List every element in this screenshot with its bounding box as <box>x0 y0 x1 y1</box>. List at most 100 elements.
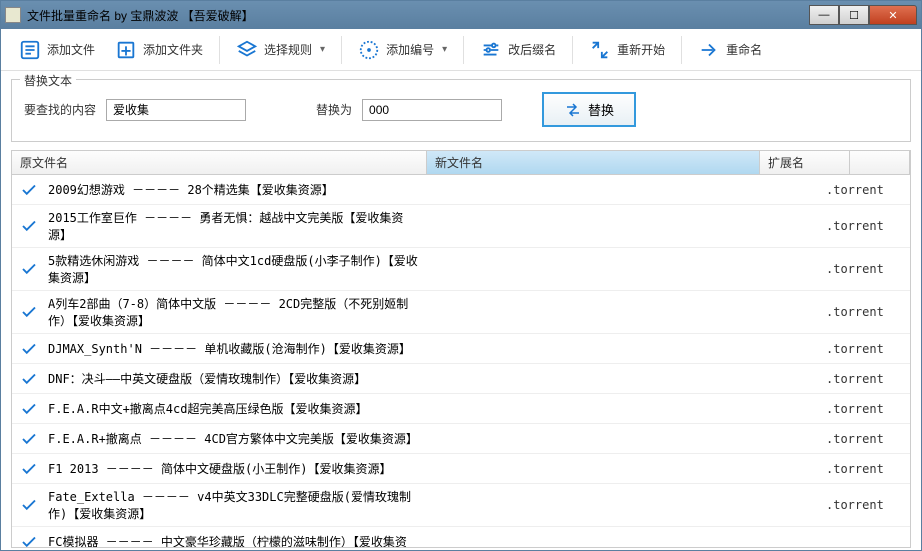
replace-label: 替换为 <box>316 101 352 118</box>
cell-ext: .torrent <box>820 428 910 450</box>
table-row[interactable]: F1 2013 －－－－ 简体中文硬盘版(小王制作)【爱收集资源】 .torre… <box>12 454 910 484</box>
cell-newname <box>427 375 820 383</box>
search-label: 要查找的内容 <box>24 101 96 118</box>
replace-button[interactable]: 替换 <box>542 92 636 127</box>
cell-newname <box>427 501 820 509</box>
table-row[interactable]: 2009幻想游戏 －－－－ 28个精选集【爱收集资源】 .torrent <box>12 175 910 205</box>
col-spacer <box>850 151 910 174</box>
separator <box>341 36 342 64</box>
rename-icon <box>698 39 720 61</box>
app-window: 文件批量重命名 by 宝鼎波波 【吾爱破解】 — ☐ ✕ 添加文件 添加文件夹 … <box>0 0 922 551</box>
maximize-button[interactable]: ☐ <box>839 5 869 25</box>
checkmark-icon <box>12 181 42 199</box>
replace-groupbox: 替换文本 要查找的内容 替换为 替换 <box>11 79 911 142</box>
chevron-down-icon: ▾ <box>320 44 325 55</box>
add-folder-icon <box>115 39 137 61</box>
table-header: 原文件名 新文件名 扩展名 <box>12 151 910 175</box>
restart-label: 重新开始 <box>617 41 665 58</box>
add-file-button[interactable]: 添加文件 <box>11 35 103 65</box>
cell-original: DNF：决斗――中英文硬盘版（爱情玫瑰制作）【爱收集资源】 <box>42 366 427 391</box>
cell-newname <box>427 345 820 353</box>
cell-newname <box>427 465 820 473</box>
toolbar: 添加文件 添加文件夹 选择规则 ▾ 添加编号 ▾ 改后缀名 重新开始 <box>1 29 921 71</box>
restart-icon <box>589 39 611 61</box>
col-original[interactable]: 原文件名 <box>12 151 427 174</box>
cell-original: 2009幻想游戏 －－－－ 28个精选集【爱收集资源】 <box>42 177 427 202</box>
col-ext[interactable]: 扩展名 <box>760 151 850 174</box>
replace-input[interactable] <box>362 99 502 121</box>
add-folder-button[interactable]: 添加文件夹 <box>107 35 211 65</box>
titlebar[interactable]: 文件批量重命名 by 宝鼎波波 【吾爱破解】 — ☐ ✕ <box>1 1 921 29</box>
checkmark-icon <box>12 400 42 418</box>
cell-original: F.E.A.R中文+撤离点4cd超完美高压绿色版【爱收集资源】 <box>42 396 427 421</box>
search-input[interactable] <box>106 99 246 121</box>
cell-ext: .torrent <box>820 398 910 420</box>
table-body[interactable]: 2009幻想游戏 －－－－ 28个精选集【爱收集资源】 .torrent 201… <box>12 175 910 547</box>
checkmark-icon <box>12 370 42 388</box>
separator <box>463 36 464 64</box>
replace-button-label: 替换 <box>588 100 614 119</box>
content-area: 替换文本 要查找的内容 替换为 替换 原文件名 新文件名 扩展名 <box>1 71 921 550</box>
select-rule-button[interactable]: 选择规则 ▾ <box>228 35 333 65</box>
rename-label: 重命名 <box>726 41 762 58</box>
table-row[interactable]: F.E.A.R+撤离点 －－－－ 4CD官方繁体中文完美版【爱收集资源】 .to… <box>12 424 910 454</box>
separator <box>681 36 682 64</box>
cell-original: DJMAX_Synth'N －－－－ 单机收藏版(沧海制作)【爱收集资源】 <box>42 336 427 361</box>
checkmark-icon <box>12 217 42 235</box>
table-row[interactable]: DJMAX_Synth'N －－－－ 单机收藏版(沧海制作)【爱收集资源】 .t… <box>12 334 910 364</box>
change-ext-button[interactable]: 改后缀名 <box>472 35 564 65</box>
table-row[interactable]: F.E.A.R中文+撤离点4cd超完美高压绿色版【爱收集资源】 .torrent <box>12 394 910 424</box>
checkmark-icon <box>12 303 42 321</box>
chevron-down-icon: ▾ <box>442 44 447 55</box>
cell-original: A列车2部曲（7-8）简体中文版 －－－－ 2CD完整版（不死别姬制作）【爱收集… <box>42 291 427 333</box>
cell-original: F.E.A.R+撤离点 －－－－ 4CD官方繁体中文完美版【爱收集资源】 <box>42 426 427 451</box>
checkmark-icon <box>12 533 42 548</box>
cell-newname <box>427 308 820 316</box>
checkmark-icon <box>12 260 42 278</box>
replace-icon <box>564 101 582 119</box>
cell-ext: .torrent <box>820 338 910 360</box>
window-title: 文件批量重命名 by 宝鼎波波 【吾爱破解】 <box>27 7 809 24</box>
change-ext-label: 改后缀名 <box>508 41 556 58</box>
minimize-button[interactable]: — <box>809 5 839 25</box>
groupbox-title: 替换文本 <box>20 72 76 89</box>
add-number-button[interactable]: 添加编号 ▾ <box>350 35 455 65</box>
cell-newname <box>427 222 820 230</box>
table-row[interactable]: FC模拟器 －－－－ 中文豪华珍藏版（柠檬的滋味制作）【爱收集资 <box>12 527 910 547</box>
restart-button[interactable]: 重新开始 <box>581 35 673 65</box>
close-button[interactable]: ✕ <box>869 5 917 25</box>
table-row[interactable]: DNF：决斗――中英文硬盘版（爱情玫瑰制作）【爱收集资源】 .torrent <box>12 364 910 394</box>
cell-newname <box>427 405 820 413</box>
cell-ext: .torrent <box>820 301 910 323</box>
add-file-icon <box>19 39 41 61</box>
layers-icon <box>236 39 258 61</box>
checkmark-icon <box>12 496 42 514</box>
cell-newname <box>427 186 820 194</box>
separator <box>219 36 220 64</box>
cell-ext: .torrent <box>820 368 910 390</box>
table-row[interactable]: A列车2部曲（7-8）简体中文版 －－－－ 2CD完整版（不死别姬制作）【爱收集… <box>12 291 910 334</box>
checkmark-icon <box>12 340 42 358</box>
cell-original: 2015工作室巨作 －－－－ 勇者无惧：越战中文完美版【爱收集资源】 <box>42 205 427 247</box>
number-icon <box>358 39 380 61</box>
cell-original: 5款精选休闲游戏 －－－－ 简体中文1cd硬盘版(小李子制作)【爱收集资源】 <box>42 248 427 290</box>
rename-button[interactable]: 重命名 <box>690 35 770 65</box>
add-file-label: 添加文件 <box>47 41 95 58</box>
table-row[interactable]: 5款精选休闲游戏 －－－－ 简体中文1cd硬盘版(小李子制作)【爱收集资源】 .… <box>12 248 910 291</box>
select-rule-label: 选择规则 <box>264 41 312 58</box>
cell-ext: .torrent <box>820 215 910 237</box>
cell-ext: .torrent <box>820 494 910 516</box>
cell-newname <box>427 538 820 546</box>
add-number-label: 添加编号 <box>386 41 434 58</box>
cell-ext: .torrent <box>820 258 910 280</box>
settings-icon <box>480 39 502 61</box>
table-row[interactable]: Fate_Extella －－－－ v4中英文33DLC完整硬盘版(爱情玫瑰制作… <box>12 484 910 527</box>
cell-ext: .torrent <box>820 179 910 201</box>
cell-ext <box>820 538 910 546</box>
cell-original: FC模拟器 －－－－ 中文豪华珍藏版（柠檬的滋味制作）【爱收集资 <box>42 529 427 547</box>
add-folder-label: 添加文件夹 <box>143 41 203 58</box>
cell-ext: .torrent <box>820 458 910 480</box>
col-newname[interactable]: 新文件名 <box>427 151 760 174</box>
table-row[interactable]: 2015工作室巨作 －－－－ 勇者无惧：越战中文完美版【爱收集资源】 .torr… <box>12 205 910 248</box>
file-table: 原文件名 新文件名 扩展名 2009幻想游戏 －－－－ 28个精选集【爱收集资源… <box>11 150 911 548</box>
